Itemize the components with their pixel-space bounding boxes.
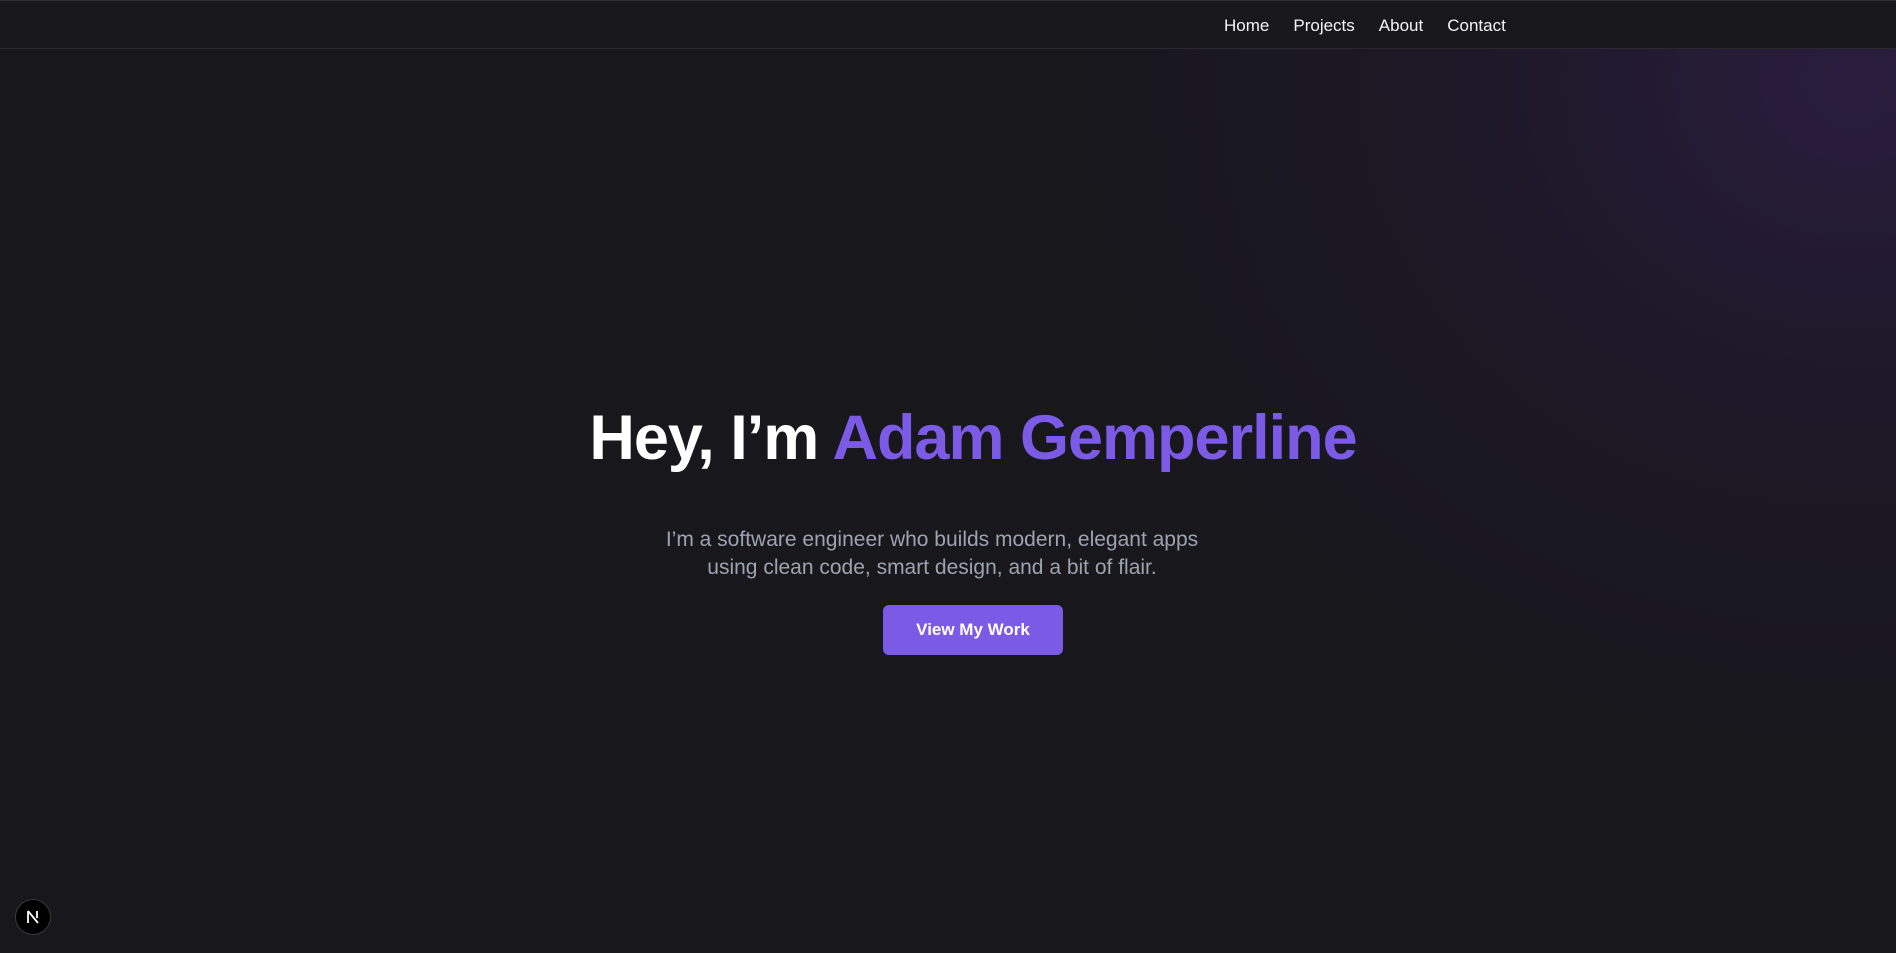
view-my-work-button[interactable]: View My Work — [883, 605, 1063, 655]
nav-home-link[interactable]: Home — [1224, 1, 1269, 50]
hero-subtitle: I’m a software engineer who builds moder… — [622, 526, 1242, 582]
page: Home Projects About Contact Hey, I’m Ada… — [0, 0, 1896, 953]
hero-greeting: Hey, I’m — [589, 403, 833, 473]
nav-contact-link[interactable]: Contact — [1447, 1, 1506, 50]
hero-subtitle-line-1: I’m a software engineer who builds moder… — [665, 528, 1199, 551]
hero-title: Hey, I’m Adam Gemperline — [50, 400, 1896, 476]
nextjs-logo-icon — [27, 910, 39, 924]
nextjs-dev-badge[interactable] — [15, 899, 51, 935]
hero-section: Hey, I’m Adam Gemperline I’m a software … — [0, 400, 1896, 655]
hero-subtitle-line-2: using clean code, smart design, and a bi… — [707, 556, 1157, 579]
nav-links: Home Projects About Contact — [1224, 1, 1506, 50]
nav-about-link[interactable]: About — [1379, 1, 1423, 50]
nav-projects-link[interactable]: Projects — [1293, 1, 1354, 50]
top-navbar: Home Projects About Contact — [0, 0, 1896, 49]
hero-name: Adam Gemperline — [832, 403, 1357, 473]
